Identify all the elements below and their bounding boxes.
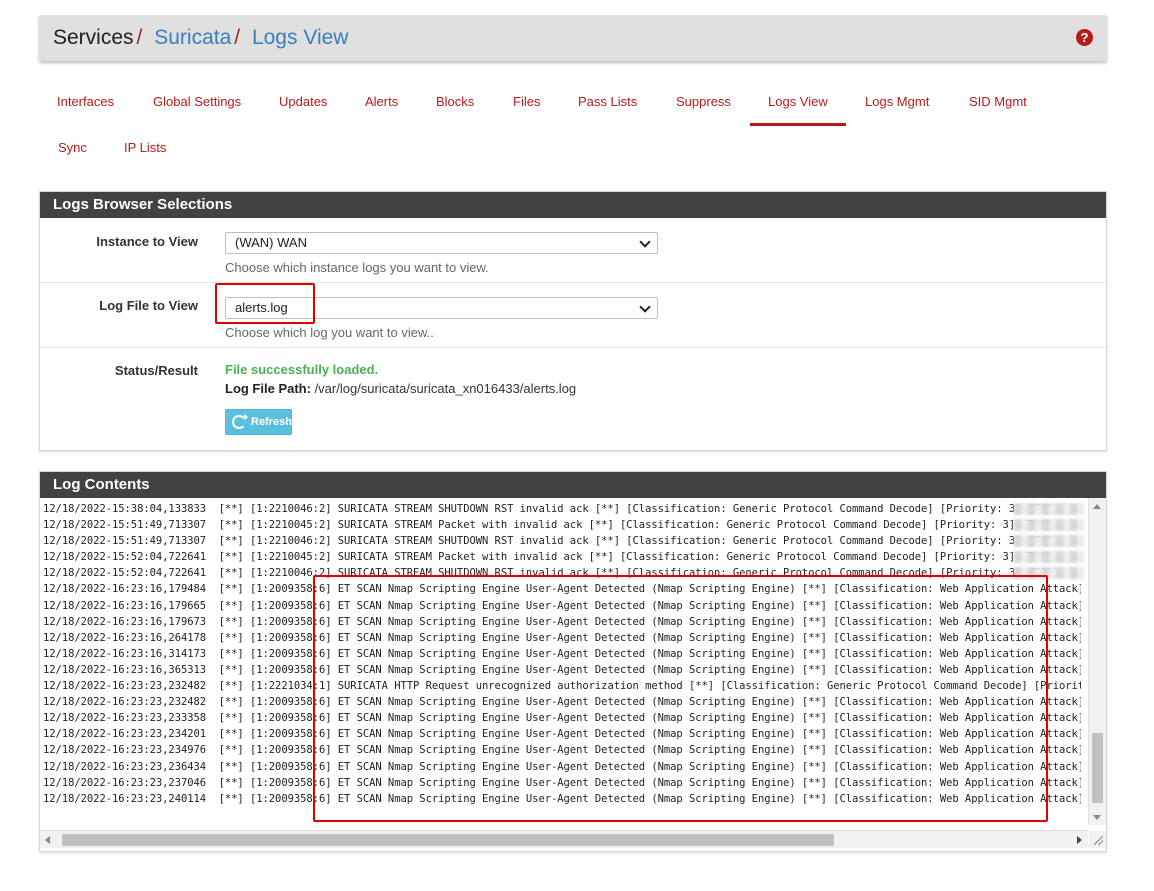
panel-title: Logs Browser Selections xyxy=(40,192,1106,218)
tab-interfaces[interactable]: Interfaces xyxy=(39,80,132,126)
breadcrumb-separator: / xyxy=(136,26,143,49)
chevron-down-icon xyxy=(639,301,651,313)
refresh-label: Refresh xyxy=(251,416,292,428)
tab-logs-view[interactable]: Logs View xyxy=(750,80,846,126)
logfile-label: Log File to View xyxy=(99,298,198,313)
log-file-path-label: Log File Path: xyxy=(225,381,311,396)
log-line: 12/18/2022-15:51:49,713307 [**] [1:22100… xyxy=(43,535,1059,548)
instance-select-value: (WAN) WAN xyxy=(235,235,307,250)
tab-pass-lists[interactable]: Pass Lists xyxy=(560,80,655,126)
redacted-ip xyxy=(1014,535,1084,547)
alert-lines-highlight-box xyxy=(313,575,1048,822)
resize-grip-icon[interactable] xyxy=(1089,831,1106,848)
logfile-highlight-box xyxy=(215,283,315,324)
tab-alerts[interactable]: Alerts xyxy=(347,80,416,126)
chevron-down-icon xyxy=(639,236,651,248)
status-label: Status/Result xyxy=(114,363,198,378)
log-file-path-value: /var/log/suricata/suricata_xn016433/aler… xyxy=(310,381,577,396)
tab-sid-mgmt[interactable]: SID Mgmt xyxy=(951,80,1045,126)
tab-ip-lists[interactable]: IP Lists xyxy=(106,126,184,172)
log-contents-panel: Log Contents 12/18/2022-15:38:04,133833 … xyxy=(39,471,1107,852)
breadcrumb-separator: / xyxy=(234,26,241,49)
horizontal-scroll-thumb[interactable] xyxy=(62,834,834,846)
breadcrumb: Services / Suricata / Logs View xyxy=(53,26,348,50)
status-message: File successfully loaded. xyxy=(225,362,379,377)
status-row: Status/Result File successfully loaded. … xyxy=(40,348,1106,449)
tab-global-settings[interactable]: Global Settings xyxy=(135,80,259,126)
log-line: 12/18/2022-15:52:04,722641 [**] [1:22100… xyxy=(43,551,1053,564)
log-file-path: Log File Path: /var/log/suricata/suricat… xyxy=(225,381,576,396)
tab-logs-mgmt[interactable]: Logs Mgmt xyxy=(847,80,947,126)
instance-row: Instance to View (WAN) WAN Choose which … xyxy=(40,218,1106,283)
help-icon[interactable]: ? xyxy=(1076,29,1093,46)
log-textarea[interactable]: 12/18/2022-15:38:04,133833 [**] [1:22100… xyxy=(40,498,1106,848)
page-header: Services / Suricata / Logs View ? xyxy=(39,15,1107,61)
logs-browser-selections-panel: Logs Browser Selections Instance to View… xyxy=(39,191,1107,451)
arrow-up-icon[interactable] xyxy=(1093,504,1101,509)
breadcrumb-logs-view-link[interactable]: Logs View xyxy=(252,26,349,49)
logfile-help: Choose which log you want to view.. xyxy=(225,325,434,340)
breadcrumb-suricata-link[interactable]: Suricata xyxy=(154,26,231,49)
breadcrumb-services: Services xyxy=(53,26,134,49)
vertical-scrollbar[interactable] xyxy=(1088,498,1106,825)
tab-blocks[interactable]: Blocks xyxy=(418,80,492,126)
arrow-left-icon[interactable] xyxy=(45,836,50,844)
tab-files[interactable]: Files xyxy=(495,80,558,126)
redacted-ip xyxy=(1014,503,1084,515)
redacted-ip xyxy=(1014,551,1084,563)
refresh-button[interactable]: Refresh xyxy=(225,409,292,435)
arrow-right-icon[interactable] xyxy=(1077,836,1082,844)
redacted-ip xyxy=(1014,519,1084,531)
arrow-down-icon[interactable] xyxy=(1093,815,1101,820)
refresh-icon xyxy=(232,414,248,429)
logfile-row: Log File to View alerts.log Choose which… xyxy=(40,283,1106,348)
tab-sync[interactable]: Sync xyxy=(40,126,105,172)
instance-select[interactable]: (WAN) WAN xyxy=(225,232,658,254)
tab-updates[interactable]: Updates xyxy=(261,80,345,126)
instance-label: Instance to View xyxy=(96,234,198,249)
log-line: 12/18/2022-15:51:49,713307 [**] [1:22100… xyxy=(43,519,1053,532)
horizontal-scrollbar[interactable] xyxy=(40,830,1088,848)
tab-suppress[interactable]: Suppress xyxy=(658,80,749,126)
log-line: 12/18/2022-15:38:04,133833 [**] [1:22100… xyxy=(43,503,1059,515)
panel-title: Log Contents xyxy=(40,472,1106,498)
vertical-scroll-thumb[interactable] xyxy=(1092,733,1103,803)
instance-help: Choose which instance logs you want to v… xyxy=(225,260,489,275)
